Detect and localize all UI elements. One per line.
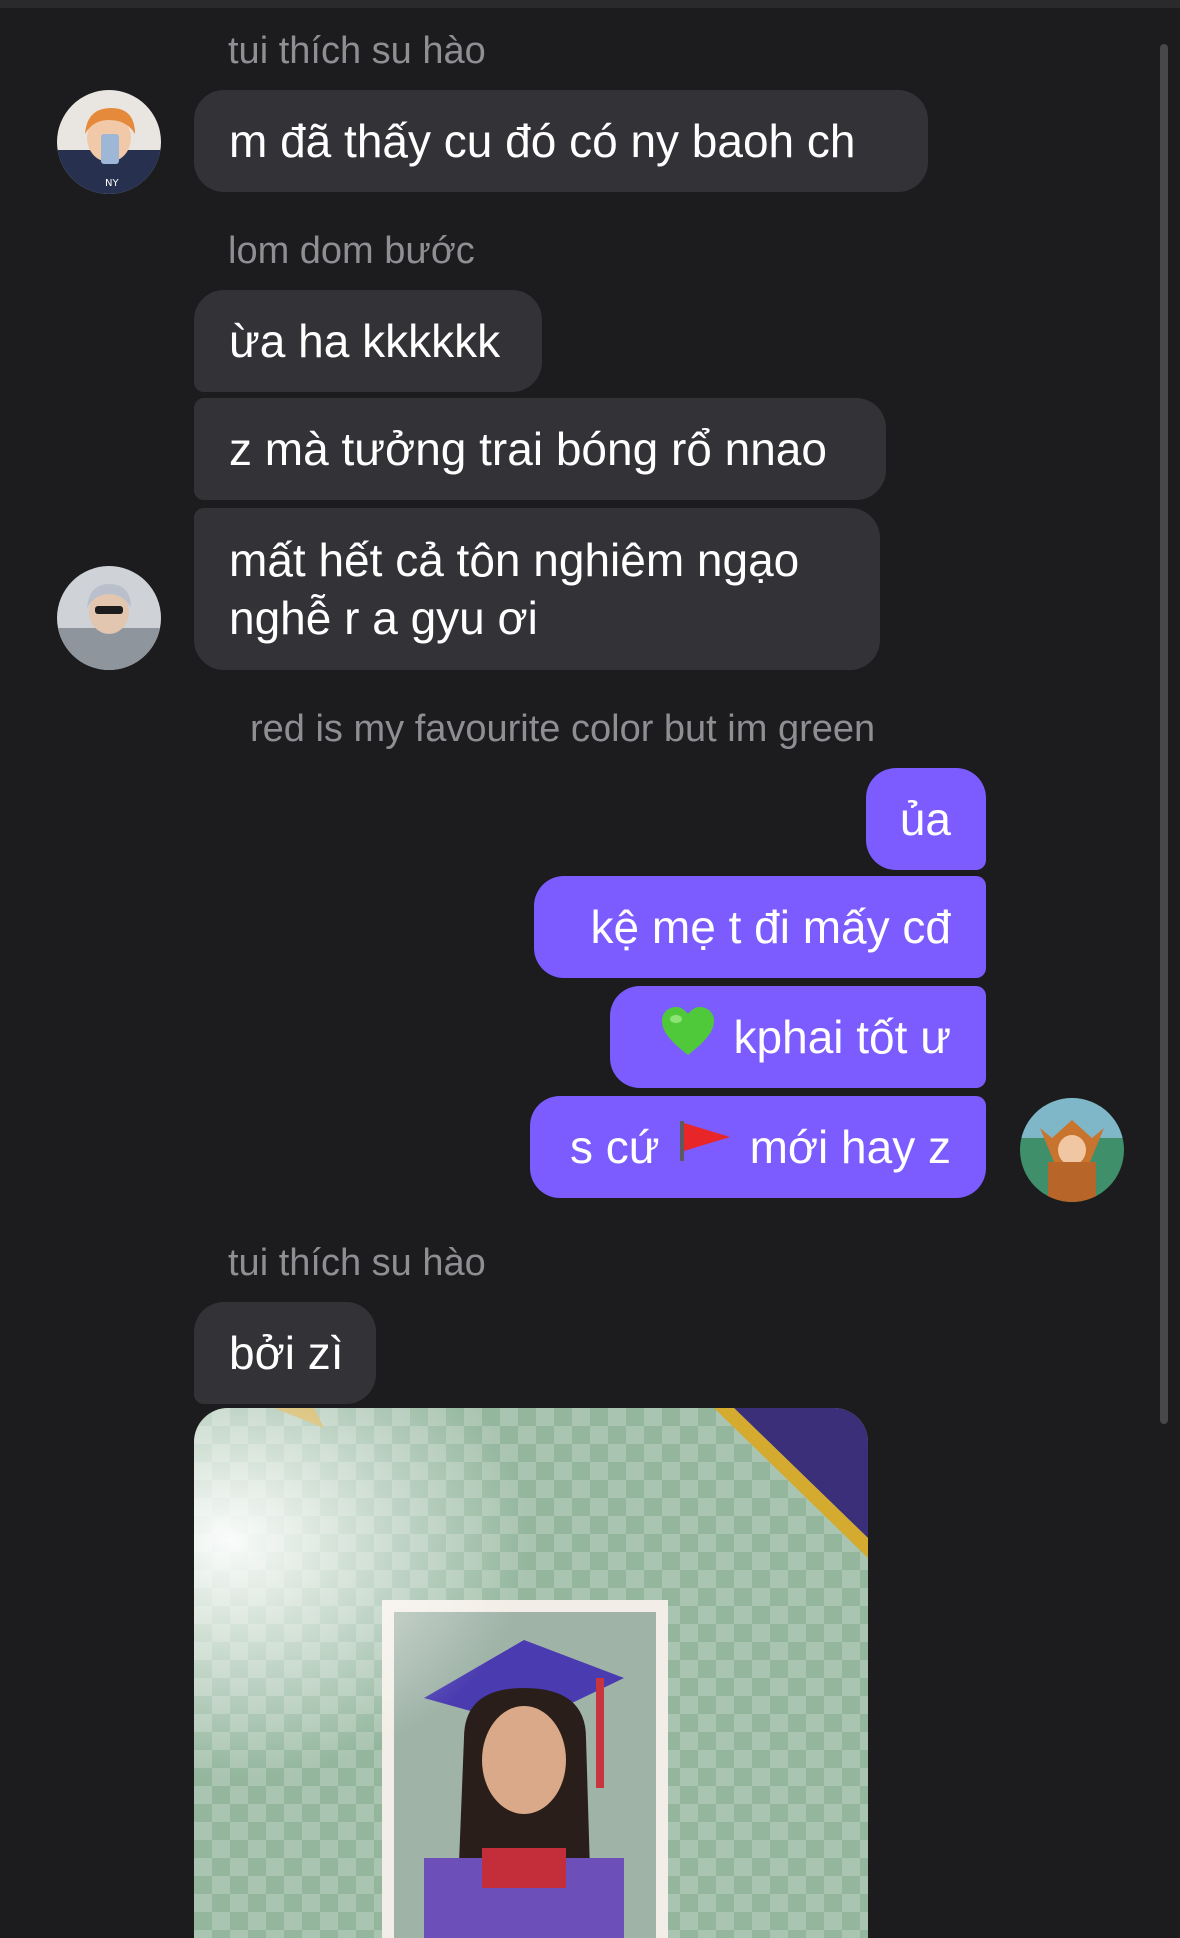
message-bubble[interactable]: ủa — [866, 768, 986, 870]
svg-text:NY: NY — [105, 178, 119, 189]
avatar[interactable]: NY — [57, 90, 161, 194]
avatar-orange-hair-icon: NY — [57, 90, 161, 194]
sender-name: lom dom bước — [228, 230, 475, 272]
message-text: ừa ha kkkkkk — [229, 315, 501, 367]
photo-attachment[interactable] — [194, 1408, 868, 1938]
message-bubble[interactable]: kphai tốt ư — [610, 986, 986, 1088]
message-text: m đã thấy cu đó có ny baoh ch — [229, 115, 856, 167]
message-bubble[interactable]: mất hết cả tôn nghiêm ngạo nghễ r a gyu … — [194, 508, 880, 670]
graduation-photo-image — [194, 1408, 868, 1938]
message-text: s cứ — [569, 1121, 660, 1173]
red-flag-icon — [678, 1118, 732, 1176]
message-text: mất hết cả tôn nghiêm ngạo nghễ r a gyu … — [229, 534, 800, 644]
scrollbar[interactable] — [1160, 44, 1168, 1424]
avatar-gray-hoodie-icon — [57, 566, 161, 670]
avatar[interactable] — [1020, 1098, 1124, 1202]
message-bubble[interactable]: s cứ mới hay z — [530, 1096, 986, 1198]
message-text: kphai tốt ư — [733, 1011, 951, 1063]
message-text: bởi zì — [229, 1327, 344, 1379]
message-text: mới hay z — [749, 1121, 951, 1173]
sender-name: tui thích su hào — [228, 30, 486, 72]
message-bubble[interactable]: kệ mẹ t đi mấy cđ — [534, 876, 986, 978]
message-text: z mà tưởng trai bóng rổ nnao — [229, 423, 827, 475]
message-bubble[interactable]: m đã thấy cu đó có ny baoh ch — [194, 90, 928, 192]
message-text: ủa — [899, 793, 951, 845]
sender-name: tui thích su hào — [228, 1242, 486, 1284]
avatar[interactable] — [57, 566, 161, 670]
message-bubble[interactable]: bởi zì — [194, 1302, 376, 1404]
green-heart-icon — [660, 1005, 716, 1070]
sender-name: red is my favourite color but im green — [250, 708, 876, 750]
message-bubble[interactable]: z mà tưởng trai bóng rổ nnao — [194, 398, 886, 500]
message-text: kệ mẹ t đi mấy cđ — [590, 901, 951, 953]
top-edge — [0, 0, 1180, 8]
message-bubble[interactable]: ừa ha kkkkkk — [194, 290, 542, 392]
avatar-costume-icon — [1020, 1098, 1124, 1202]
